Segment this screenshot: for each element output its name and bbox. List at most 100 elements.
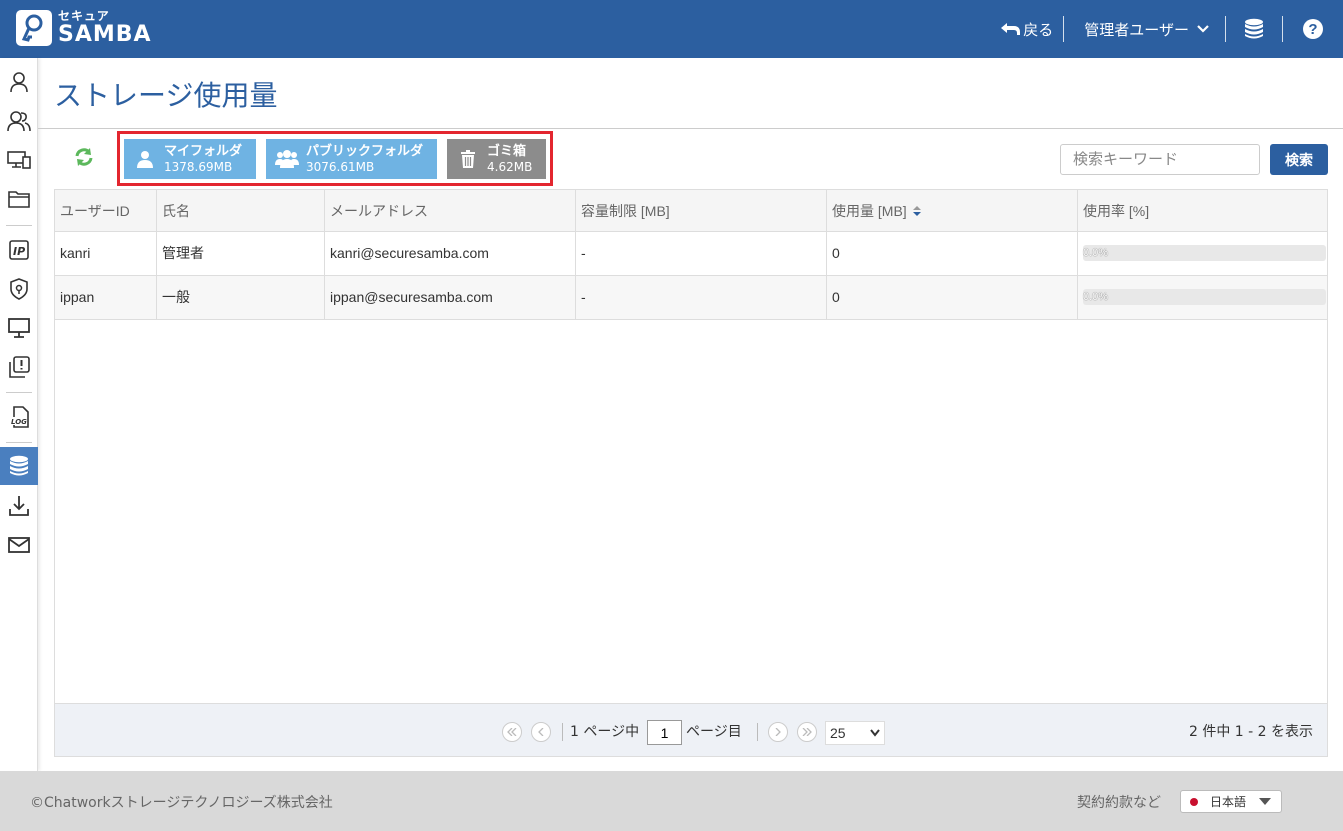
column-header-name[interactable]: 氏名	[157, 190, 325, 232]
user-name: 管理者ユーザー	[1084, 20, 1189, 39]
my-folder-size: 1378.69MB	[164, 159, 233, 174]
chevron-right-icon	[775, 728, 781, 736]
column-header-limit[interactable]: 容量制限 [MB]	[576, 190, 827, 232]
caret-down-icon	[1259, 798, 1271, 805]
svg-text:IP: IP	[13, 245, 25, 258]
table-row[interactable]: kanri 管理者 kanri@securesamba.com - 0 0.0%	[55, 232, 1327, 276]
storage-usage-table: ユーザーID 氏名 メールアドレス 容量制限 [MB] 使用量 [MB] 使用率…	[54, 189, 1328, 757]
sidebar-item-user[interactable]	[0, 63, 38, 101]
page-suffix: ページ目	[686, 724, 742, 740]
my-folder-label: マイフォルダ	[164, 144, 243, 159]
title-divider	[38, 128, 1343, 129]
alert-copy-icon	[9, 356, 30, 378]
record-count-info: 2 件中 1 - 2 を表示	[1188, 724, 1313, 740]
page-size-select[interactable]: 25	[825, 721, 885, 745]
usage-progress-label: 0.0%	[1083, 291, 1109, 303]
back-label: 戻る	[1023, 20, 1054, 39]
sort-icon	[912, 206, 921, 216]
sidebar-divider	[6, 442, 32, 443]
table-row[interactable]: ippan 一般 ippan@securesamba.com - 0 0.0%	[55, 276, 1327, 320]
terms-link[interactable]: 契約約款など	[1077, 792, 1161, 812]
mail-icon	[8, 537, 30, 553]
user-icon	[10, 72, 28, 93]
security-shield-icon	[10, 278, 28, 300]
column-header-email[interactable]: メールアドレス	[325, 190, 576, 232]
cell-rate: 0.0%	[1078, 232, 1327, 275]
refresh-button[interactable]	[72, 145, 96, 169]
trash-size: 4.62MB	[487, 159, 533, 174]
ip-icon: IP	[9, 240, 29, 260]
cell-name: 一般	[157, 276, 325, 319]
pagination-bar: 1 ページ中 ページ目 25 2 件中 1 - 2 を表示	[55, 703, 1327, 756]
japan-flag-icon	[1190, 797, 1198, 806]
trash-label: ゴミ箱	[487, 144, 527, 159]
column-header-usage-label: 使用量 [MB]	[832, 203, 907, 219]
column-header-usage[interactable]: 使用量 [MB]	[827, 190, 1078, 232]
search-button[interactable]: 検索	[1270, 144, 1328, 175]
sidebar-divider	[6, 225, 32, 226]
logo-title: SAMBA	[58, 22, 152, 47]
copyright-text: ©Chatworkストレージテクノロジーズ株式会社	[30, 795, 333, 811]
usage-progress-label: 0.0%	[1083, 247, 1109, 259]
page-size-value: 25	[830, 725, 846, 741]
double-chevron-left-icon	[507, 728, 517, 736]
footer: ©Chatworkストレージテクノロジーズ株式会社 契約約款など 日本語	[0, 771, 1343, 831]
pager-divider	[562, 723, 563, 741]
back-button[interactable]: 戻る	[987, 16, 1063, 42]
my-folder-button[interactable]: マイフォルダ 1378.69MB	[124, 139, 256, 179]
svg-text:LOG: LOG	[11, 418, 27, 426]
usage-progress-bar: 0.0%	[1083, 245, 1326, 261]
trash-button[interactable]: ゴミ箱 4.62MB	[447, 139, 546, 179]
users-icon	[7, 111, 31, 132]
user-menu[interactable]: 管理者ユーザー	[1064, 16, 1225, 42]
app-logo[interactable]: セキュア SAMBA	[16, 10, 152, 46]
public-folder-size: 3076.61MB	[306, 159, 375, 174]
sidebar-item-security[interactable]	[0, 270, 38, 308]
cell-limit: -	[576, 232, 827, 275]
prev-page-button[interactable]	[531, 722, 551, 742]
cell-email: ippan@securesamba.com	[325, 276, 576, 319]
monitor-icon	[8, 318, 30, 338]
chevron-down-icon	[870, 729, 880, 737]
cell-limit: -	[576, 276, 827, 319]
search-input[interactable]	[1060, 144, 1260, 175]
cell-email: kanri@securesamba.com	[325, 232, 576, 275]
sidebar-item-devices[interactable]	[0, 141, 38, 179]
group-icon	[275, 150, 299, 168]
sidebar-item-monitor[interactable]	[0, 309, 38, 347]
return-arrow-icon	[1001, 23, 1021, 35]
sidebar-item-ip[interactable]: IP	[0, 231, 38, 269]
sidebar-item-folders[interactable]	[0, 180, 38, 218]
page-title: ストレージ使用量	[54, 79, 278, 112]
first-page-button[interactable]	[502, 722, 522, 742]
sidebar-item-alerts[interactable]	[0, 348, 38, 386]
column-header-user-id[interactable]: ユーザーID	[55, 190, 157, 232]
folder-icon	[8, 191, 30, 208]
sidebar-item-groups[interactable]	[0, 102, 38, 140]
column-header-rate[interactable]: 使用率 [%]	[1078, 190, 1327, 232]
log-icon: LOG	[10, 406, 29, 428]
sidebar-item-storage[interactable]	[0, 447, 38, 485]
database-icon	[1245, 18, 1263, 39]
storage-database-icon	[10, 455, 28, 476]
cell-user-id: ippan	[55, 276, 157, 319]
next-page-button[interactable]	[768, 722, 788, 742]
current-page-input[interactable]	[647, 720, 682, 745]
cell-user-id: kanri	[55, 232, 157, 275]
cell-name: 管理者	[157, 232, 325, 275]
sidebar-item-logs[interactable]: LOG	[0, 398, 38, 436]
pager-divider	[757, 723, 758, 741]
help-button[interactable]: ?	[1283, 16, 1343, 42]
public-folder-button[interactable]: パブリックフォルダ 3076.61MB	[266, 139, 437, 179]
last-page-button[interactable]	[797, 722, 817, 742]
sidebar-item-download[interactable]	[0, 487, 38, 525]
sidebar-item-mail[interactable]	[0, 526, 38, 564]
usage-progress-bar: 0.0%	[1083, 289, 1326, 305]
sidebar: IP LOG	[0, 58, 38, 771]
devices-icon	[7, 151, 31, 169]
storage-button[interactable]	[1226, 16, 1282, 42]
refresh-icon	[75, 148, 93, 166]
language-select[interactable]: 日本語	[1180, 790, 1282, 813]
page-prefix: 1 ページ中	[570, 724, 640, 740]
double-chevron-right-icon	[802, 728, 812, 736]
